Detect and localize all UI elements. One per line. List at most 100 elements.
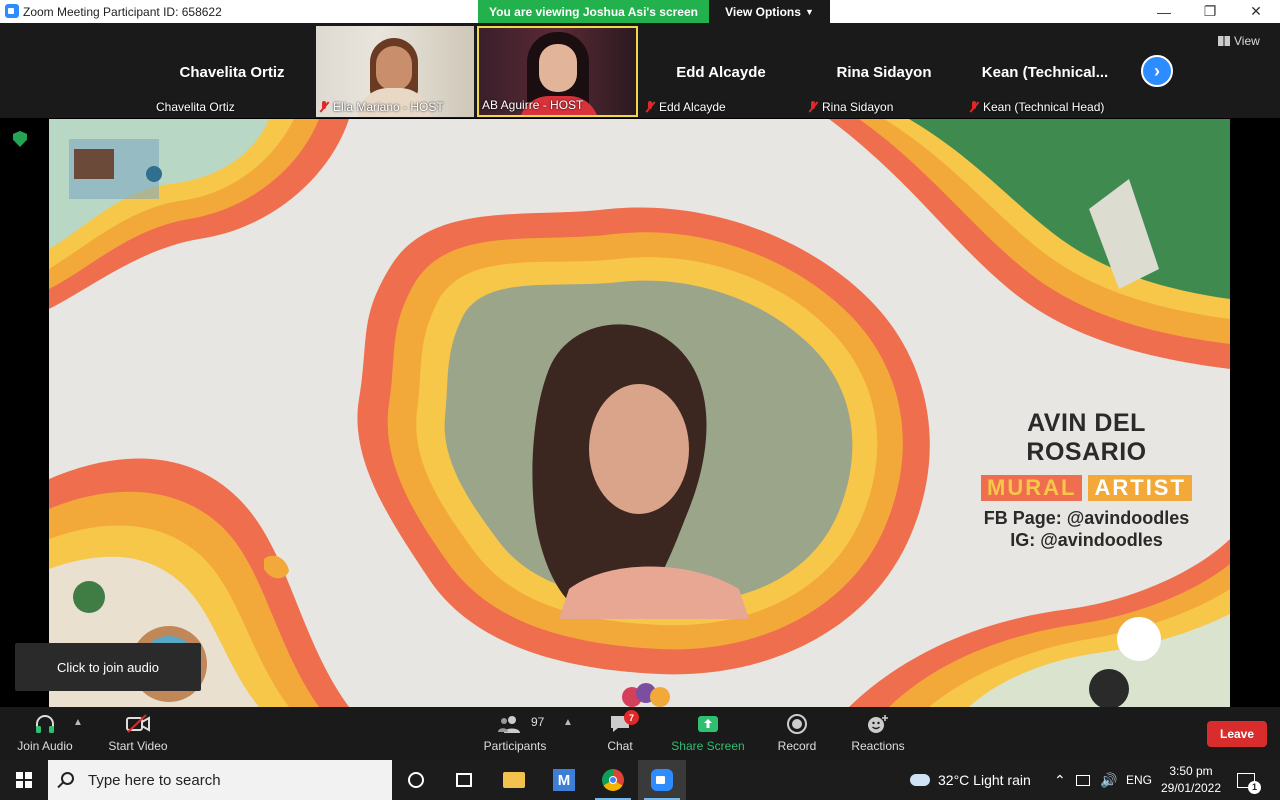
participant-caption: Rina Sidayon xyxy=(808,100,893,114)
app-m-taskbar-icon[interactable]: M xyxy=(540,760,588,800)
participant-caption: Ella Mariano - HOST xyxy=(319,100,444,114)
participants-options-caret-icon[interactable]: ▲ xyxy=(563,717,573,728)
participants-label: Participants xyxy=(483,739,547,753)
leave-button[interactable]: Leave xyxy=(1207,721,1267,747)
join-audio-tooltip[interactable]: Click to join audio xyxy=(15,643,201,691)
participant-video-tile-active-speaker[interactable]: AB Aguirre - HOST xyxy=(477,26,638,117)
share-screen-label: Share Screen xyxy=(671,739,745,753)
chat-label: Chat xyxy=(607,739,633,753)
participant-display-name: Edd Alcayde xyxy=(676,64,766,81)
participant-tile[interactable]: Rina Sidayon Rina Sidayon xyxy=(805,26,963,117)
zoom-taskbar-icon[interactable] xyxy=(638,760,686,800)
participant-name: Rina Sidayon xyxy=(822,100,894,114)
start-video-button[interactable]: Start Video xyxy=(103,707,173,760)
join-audio-button[interactable]: Join Audio xyxy=(10,707,80,760)
gallery-grid-icon xyxy=(1218,36,1230,46)
reactions-label: Reactions xyxy=(851,739,905,753)
participant-display-name: Kean (Technical... xyxy=(981,64,1109,81)
zoom-app-icon xyxy=(651,769,673,791)
clock-time: 3:50 pm xyxy=(1169,764,1213,778)
participant-name: Edd Alcayde xyxy=(659,100,726,114)
record-icon xyxy=(787,714,807,734)
event-logo-icon xyxy=(622,683,670,707)
participants-count: 97 xyxy=(531,715,545,729)
show-hidden-icons-button[interactable]: ⌃ xyxy=(1054,760,1066,800)
file-explorer-taskbar-icon[interactable] xyxy=(490,760,538,800)
share-screen-button[interactable]: Share Screen xyxy=(670,707,746,760)
chat-button[interactable]: 7 Chat xyxy=(600,707,640,760)
notification-count: 1 xyxy=(1248,780,1261,794)
view-options-button[interactable]: View Options ▼ xyxy=(709,0,830,23)
viewing-screen-banner: You are viewing Joshua Asi's screen xyxy=(478,0,709,23)
cortana-button[interactable] xyxy=(392,760,440,800)
reactions-icon xyxy=(868,715,888,733)
headphones-icon xyxy=(36,715,54,733)
weather-text: 32°C Light rain xyxy=(938,772,1031,788)
meeting-toolbar: Join Audio ▲ Start Video 97 Participants… xyxy=(0,707,1280,760)
bottom-right-illustration xyxy=(849,539,1230,707)
audio-options-caret-icon[interactable]: ▲ xyxy=(73,717,83,728)
participant-caption: AB Aguirre - HOST xyxy=(482,98,583,112)
participants-icon xyxy=(498,716,520,733)
muted-mic-icon xyxy=(969,101,979,113)
encryption-shield-icon[interactable] xyxy=(13,131,27,147)
top-left-illustration xyxy=(49,119,349,309)
participants-button[interactable]: 97 Participants xyxy=(478,707,552,760)
clock-date: 29/01/2022 xyxy=(1160,781,1222,795)
zoom-logo-icon xyxy=(5,4,19,18)
language-indicator[interactable]: ENG xyxy=(1126,760,1152,800)
speaker-name: AVIN DEL ROSARIO xyxy=(1026,409,1147,466)
speaker-role-tags: MURAL ARTIST xyxy=(964,475,1209,501)
start-button[interactable] xyxy=(0,760,48,800)
taskbar-clock[interactable]: 3:50 pm 29/01/2022 xyxy=(1156,763,1226,797)
participant-tile[interactable]: Edd Alcayde Edd Alcayde xyxy=(642,26,800,117)
folder-icon xyxy=(503,772,525,788)
search-placeholder: Type here to search xyxy=(88,771,221,789)
participant-display-name: Chavelita Ortiz xyxy=(179,64,285,81)
center-blob-frame xyxy=(357,207,930,675)
instagram-handle: IG: @avindoodles xyxy=(1010,530,1163,550)
view-button[interactable]: View xyxy=(1218,34,1260,48)
minimize-icon[interactable]: — xyxy=(1141,0,1187,23)
chevron-up-icon: ⌃ xyxy=(1054,771,1066,788)
participant-caption: Kean (Technical Head) xyxy=(969,100,1104,114)
speaker-card: AVIN DEL ROSARIO MURAL ARTIST FB Page: @… xyxy=(964,409,1209,551)
cortana-circle-icon xyxy=(408,772,424,788)
notification-icon: 1 xyxy=(1237,772,1261,794)
participant-tile[interactable]: Chavelita Ortiz Chavelita Ortiz xyxy=(153,26,311,117)
window-title: Zoom Meeting Participant ID: 658622 xyxy=(23,5,222,19)
taskbar-search-box[interactable]: Type here to search xyxy=(48,760,392,800)
close-icon[interactable]: ✕ xyxy=(1233,0,1279,23)
windows-logo-icon xyxy=(16,772,32,788)
muted-mic-icon xyxy=(645,101,655,113)
chevron-down-icon: ▼ xyxy=(804,6,814,17)
restore-icon[interactable]: ❐ xyxy=(1187,0,1233,23)
volume-tray-icon[interactable]: 🔊 xyxy=(1100,760,1117,800)
record-button[interactable]: Record xyxy=(772,707,822,760)
video-person-face xyxy=(376,46,412,90)
shared-screen: AVIN DEL ROSARIO MURAL ARTIST FB Page: @… xyxy=(49,119,1230,707)
muted-mic-icon xyxy=(319,101,329,113)
task-view-button[interactable] xyxy=(440,760,488,800)
rain-cloud-icon xyxy=(910,774,930,786)
participant-caption: Chavelita Ortiz xyxy=(156,100,235,114)
windows-taskbar: Type here to search M 32°C Light rain ⌃ … xyxy=(0,760,1280,800)
action-center-button[interactable]: 1 xyxy=(1237,760,1261,800)
chrome-taskbar-icon[interactable] xyxy=(589,760,637,800)
chevron-right-icon: › xyxy=(1154,60,1160,81)
next-participants-button[interactable]: › xyxy=(1141,55,1173,87)
role-tag-mural: MURAL xyxy=(981,475,1083,501)
join-audio-label: Join Audio xyxy=(17,739,73,753)
network-icon xyxy=(1076,774,1090,786)
reactions-button[interactable]: Reactions xyxy=(848,707,908,760)
participant-caption: Edd Alcayde xyxy=(645,100,726,114)
participant-name: Ella Mariano - HOST xyxy=(333,100,444,114)
video-person-face xyxy=(539,44,577,92)
network-tray-icon[interactable] xyxy=(1076,760,1090,800)
weather-widget[interactable]: 32°C Light rain xyxy=(910,760,1031,800)
participant-name: Kean (Technical Head) xyxy=(983,100,1105,114)
task-view-icon xyxy=(456,773,472,787)
participant-tile[interactable]: Kean (Technical... Kean (Technical Head) xyxy=(966,26,1124,117)
participant-video-tile[interactable]: Ella Mariano - HOST xyxy=(316,26,474,117)
participant-name: AB Aguirre - HOST xyxy=(482,98,584,112)
